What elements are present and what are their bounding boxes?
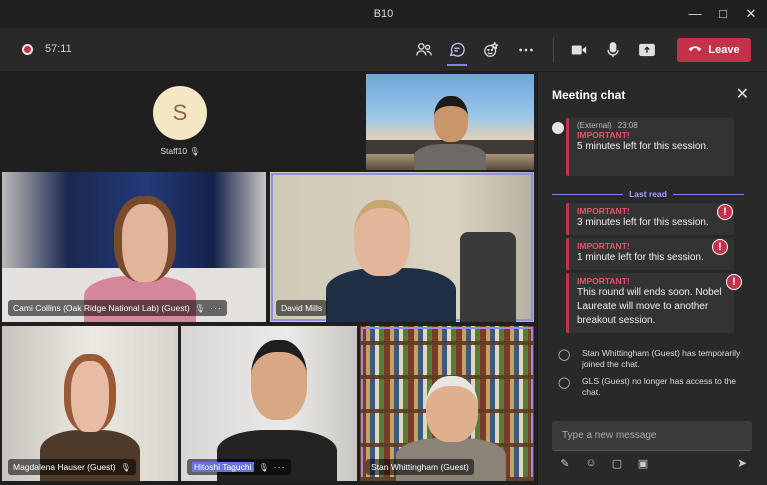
chat-message[interactable]: IMPORTANT! This round will ends soon. No… [566, 273, 734, 333]
message-text: 1 minute left for this session. [577, 252, 704, 263]
participant-tile-cami-collins[interactable]: Cami Collins (Oak Ridge National Lab) (G… [2, 172, 266, 322]
person-removed-icon: ◯ [558, 377, 571, 389]
participant-tile-staff10[interactable]: S Staff10 🎙 [0, 72, 362, 168]
minimize-icon[interactable]: — [686, 6, 704, 22]
important-alert-icon: ! [712, 239, 728, 255]
important-label: IMPORTANT! [577, 241, 630, 251]
participant-head [64, 354, 116, 432]
leave-button[interactable]: Leave [677, 38, 751, 62]
participant-body [414, 144, 486, 170]
message-input[interactable] [552, 421, 752, 450]
important-label: IMPORTANT! [577, 276, 630, 286]
last-read-divider: Last read [552, 188, 745, 200]
participant-tile-magdalena-hauser[interactable]: Magdalena Hauser (Guest) 🎙 [2, 326, 178, 481]
important-label: IMPORTANT! [577, 206, 630, 216]
name-tag: David Mills [276, 300, 328, 316]
person-joined-icon: ◯ [558, 349, 571, 361]
message-text: This round will ends soon. Nobel Laureat… [577, 287, 722, 326]
message-text: 5 minutes left for this session. [577, 141, 709, 152]
more-icon[interactable]: ··· [274, 462, 286, 472]
message-meta: (External) 23:08 [577, 121, 638, 130]
toolbar-divider [553, 38, 554, 62]
mic-off-icon: 🎙 [120, 462, 131, 472]
meeting-toolbar: 57:11 Leave [0, 28, 767, 72]
video-stage: S Staff10 🎙 Cami Collins (Oak Ridge Nati… [0, 72, 537, 485]
emoji-icon[interactable]: ☺ [584, 456, 598, 470]
more-icon[interactable]: ··· [210, 303, 222, 313]
mic-off-icon: 🎙 [258, 462, 269, 472]
avatar: S [153, 86, 207, 140]
recording-icon [22, 44, 33, 55]
microphone-icon[interactable] [603, 40, 623, 60]
name-tag: Stan Whittingham (Guest) [366, 459, 474, 475]
chat-message[interactable]: IMPORTANT! 1 minute left for this sessio… [566, 238, 734, 270]
more-options-icon[interactable] [516, 40, 536, 60]
window-title: B10 [373, 8, 394, 20]
participant-head [354, 200, 410, 276]
participant-head [434, 96, 468, 142]
people-icon[interactable] [414, 40, 434, 60]
message-text: 3 minutes left for this session. [577, 217, 709, 228]
close-icon[interactable]: ✕ [736, 84, 749, 104]
meeting-timer: 57:11 [45, 43, 72, 55]
background-scene [460, 232, 516, 322]
participant-name: Staff10 🎙 [160, 146, 200, 156]
participant-tile-hitoshi-taguchi[interactable]: Hitoshi Taguchi 🎙 ··· [181, 326, 357, 481]
chat-message[interactable]: IMPORTANT! 3 minutes left for this sessi… [566, 203, 734, 235]
sender-avatar [552, 122, 564, 134]
leave-label: Leave [708, 44, 740, 56]
title-bar: B10 — □ ✕ [0, 0, 767, 28]
participant-video-tile[interactable] [366, 74, 534, 170]
phone-hangup-icon [688, 44, 702, 57]
participant-tile-david-mills[interactable]: David Mills [270, 172, 534, 322]
name-tag: Hitoshi Taguchi 🎙 ··· [187, 459, 291, 475]
name-tag: Cami Collins (Oak Ridge National Lab) (G… [8, 300, 227, 316]
participant-head [114, 196, 176, 282]
name-tag: Magdalena Hauser (Guest) 🎙 [8, 459, 136, 475]
mic-off-icon: 🎙 [189, 147, 200, 156]
format-icon[interactable]: ✎ [558, 456, 572, 470]
sticker-icon[interactable]: ▣ [636, 456, 650, 470]
participant-head [251, 340, 307, 420]
system-message: ◯ Stan Whittingham (Guest) has temporari… [558, 348, 741, 369]
mic-off-icon: 🎙 [194, 303, 205, 313]
important-label: IMPORTANT! [577, 130, 630, 140]
participant-body [326, 268, 456, 322]
important-alert-icon: ! [726, 274, 742, 290]
share-screen-icon[interactable] [637, 40, 657, 60]
gif-icon[interactable]: ▢ [610, 456, 624, 470]
compose-box[interactable] [552, 421, 752, 451]
chat-icon[interactable] [447, 40, 467, 66]
system-message: ◯ GLS (Guest) no longer has access to th… [558, 376, 737, 397]
send-icon[interactable]: ➤ [737, 456, 747, 470]
participant-tile-stan-whittingham[interactable]: Stan Whittingham (Guest) [360, 326, 534, 481]
maximize-icon[interactable]: □ [714, 6, 732, 22]
important-alert-icon: ! [717, 204, 733, 220]
meeting-chat-panel: Meeting chat ✕ (External) 23:08 IMPORTANT… [537, 72, 767, 485]
chat-message[interactable]: (External) 23:08 IMPORTANT! 5 minutes lef… [566, 118, 734, 176]
chat-title: Meeting chat [552, 88, 626, 102]
close-window-icon[interactable]: ✕ [742, 6, 760, 22]
camera-icon[interactable] [569, 40, 589, 60]
participant-head [426, 376, 478, 442]
reactions-icon[interactable] [482, 40, 502, 60]
compose-toolbar: ✎ ☺ ▢ ▣ [558, 456, 650, 470]
